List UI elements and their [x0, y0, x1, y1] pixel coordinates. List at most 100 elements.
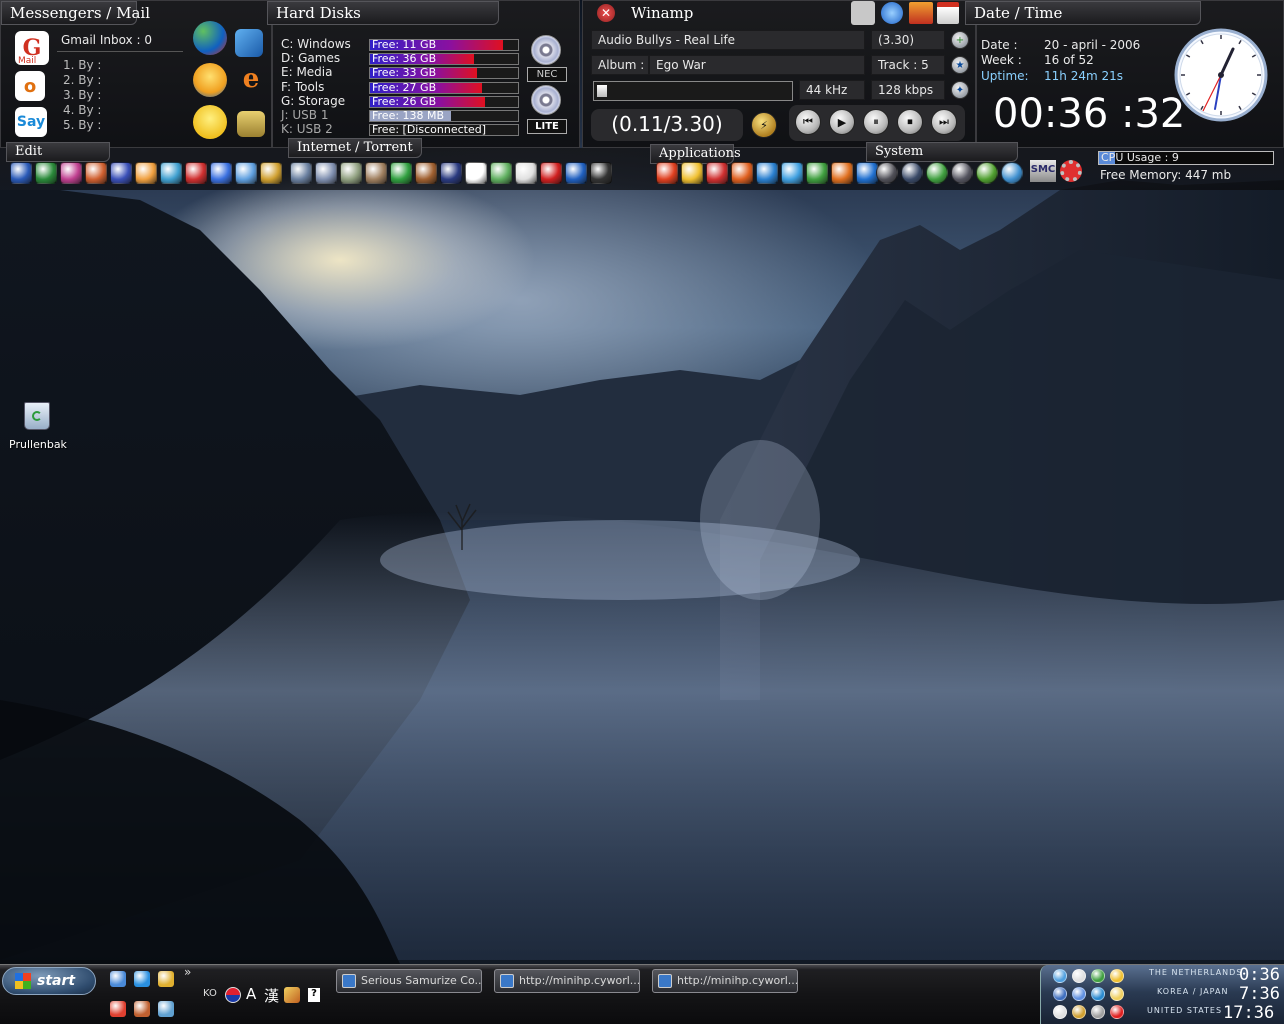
add-playlist-icon[interactable]: + [951, 31, 969, 49]
msn-messenger-icon[interactable] [193, 21, 227, 55]
powerpoint-icon[interactable] [85, 162, 107, 184]
blank-icon[interactable] [590, 162, 612, 184]
play-button[interactable]: ▶ [829, 109, 855, 135]
ie-e-icon[interactable]: e [237, 64, 265, 94]
antivirus-tray-icon[interactable] [1091, 969, 1105, 983]
smiley-tray-icon[interactable] [1110, 987, 1124, 1001]
brush-quicklaunch-icon[interactable] [134, 1001, 150, 1017]
stop-button[interactable]: ⏹ [897, 109, 923, 135]
winamp-cat-icon[interactable] [851, 1, 875, 25]
tools-quicklaunch-icon[interactable] [158, 1001, 174, 1017]
adobe-icon[interactable] [706, 162, 728, 184]
shuffle-button[interactable]: ⚡ [751, 112, 777, 138]
mouse-tray-icon[interactable] [1053, 1005, 1067, 1019]
network-icon[interactable] [1001, 162, 1023, 184]
display-tray-icon[interactable] [1053, 987, 1067, 1001]
next-track-button[interactable]: ⏭ [931, 109, 957, 135]
ime-tools-icon[interactable] [284, 987, 300, 1003]
folder-app-icon[interactable] [681, 162, 703, 184]
ram-icon[interactable] [976, 162, 998, 184]
torrent-icon[interactable] [315, 162, 337, 184]
ftp-icon[interactable] [290, 162, 312, 184]
desktop-show-icon[interactable] [110, 971, 126, 987]
settings-star-icon[interactable]: ✦ [951, 81, 969, 99]
mini-movie-icon[interactable] [515, 162, 537, 184]
flash-get-icon[interactable] [656, 162, 678, 184]
chrome-like-icon[interactable] [781, 162, 803, 184]
winamp-close-icon[interactable]: ✕ [597, 4, 615, 22]
brushes-icon[interactable] [260, 162, 282, 184]
blue-b-icon[interactable] [756, 162, 778, 184]
messenger-tray-icon[interactable] [1110, 969, 1124, 983]
language-indicator[interactable]: KO [203, 988, 217, 999]
cd-drive-icon-1[interactable] [531, 35, 561, 65]
rocket-quicklaunch-icon[interactable] [110, 1001, 126, 1017]
recycle-bin-shortcut[interactable]: Prullenbak [8, 402, 68, 458]
paint-icon[interactable] [60, 162, 82, 184]
cnet-icon[interactable] [540, 162, 562, 184]
notepad-icon[interactable] [235, 162, 257, 184]
refresh-icon[interactable] [806, 162, 828, 184]
monitor-app-icon[interactable] [237, 111, 265, 137]
winamp-visual-icon[interactable] [909, 2, 933, 24]
seek-bar[interactable] [593, 81, 793, 101]
system-s-icon[interactable] [926, 162, 948, 184]
flash-tray-icon[interactable] [1072, 1005, 1086, 1019]
gear-icon[interactable] [1060, 160, 1082, 182]
icq-icon[interactable]: o [15, 71, 45, 101]
system-sphere-3-icon[interactable] [951, 162, 973, 184]
winamp-calendar-icon[interactable] [937, 2, 959, 24]
photo-editor-icon[interactable] [160, 162, 182, 184]
firefox-flower-icon[interactable] [135, 162, 157, 184]
system-tray: THE NETHERLANDS 0:36 KOREA / JAPAN 7:36 … [1040, 965, 1284, 1024]
task-button-cyworld-2[interactable]: http://minihp.cyworl... [652, 969, 798, 993]
recycle-bin-icon [24, 402, 50, 430]
korea-site-icon[interactable] [465, 162, 487, 184]
system-sphere-2-icon[interactable] [901, 162, 923, 184]
skype-icon[interactable]: Say [15, 107, 47, 137]
korean-flag-icon[interactable] [225, 987, 241, 1003]
task-button-samurize[interactable]: Serious Samurize Co... [336, 969, 482, 993]
yahoo-messenger-icon[interactable] [193, 105, 227, 139]
smc-icon[interactable]: SMC [1030, 160, 1056, 182]
globe-tool-icon[interactable] [210, 162, 232, 184]
ime-help-icon[interactable]: ? [308, 988, 320, 1002]
firefox-icon[interactable] [831, 162, 853, 184]
cia-site-icon[interactable] [440, 162, 462, 184]
ie-quicklaunch-icon[interactable] [134, 971, 150, 987]
ie-icon[interactable] [856, 162, 878, 184]
web-edit-icon[interactable] [365, 162, 387, 184]
word-icon[interactable] [10, 162, 32, 184]
usb-tray-icon[interactable] [1091, 1005, 1105, 1019]
news-icon[interactable] [490, 162, 512, 184]
acrobat-icon[interactable] [185, 162, 207, 184]
excel-icon[interactable] [35, 162, 57, 184]
messenger-buddy-icon[interactable] [193, 63, 227, 97]
task-button-cyworld-1[interactable]: http://minihp.cyworl... [494, 969, 640, 993]
winamp-play-icon[interactable] [881, 2, 903, 24]
ime-hanja[interactable]: 漢 [264, 985, 279, 1006]
red-ball-icon[interactable] [731, 162, 753, 184]
media-player-icon[interactable] [415, 162, 437, 184]
update-tray-icon[interactable] [1072, 987, 1086, 1001]
b-tray-icon[interactable] [1091, 987, 1105, 1001]
site-150-icon[interactable] [565, 162, 587, 184]
seek-bar-fill [597, 85, 607, 97]
download-icon[interactable] [340, 162, 362, 184]
start-button[interactable]: start [2, 967, 96, 995]
system-sphere-1-icon[interactable] [876, 162, 898, 184]
outlook-express-icon[interactable] [235, 29, 263, 57]
speaker-tray-icon[interactable] [1072, 969, 1086, 983]
favorite-star-icon[interactable]: ★ [951, 56, 969, 74]
shield-tray-icon[interactable] [1110, 1005, 1124, 1019]
visio-icon[interactable] [110, 162, 132, 184]
previous-track-button[interactable]: ⏮ [795, 109, 821, 135]
flashget-quicklaunch-icon[interactable] [158, 971, 174, 987]
cd-drive-icon-2[interactable] [531, 85, 561, 115]
ime-mode-a[interactable]: A [246, 985, 256, 1003]
quicklaunch-chevron[interactable]: » [184, 965, 191, 979]
pause-button[interactable]: ⏸ [863, 109, 889, 135]
network-tray-icon[interactable] [1053, 969, 1067, 983]
mail-item-2: 2. By : [63, 73, 102, 87]
radio-icon[interactable] [390, 162, 412, 184]
